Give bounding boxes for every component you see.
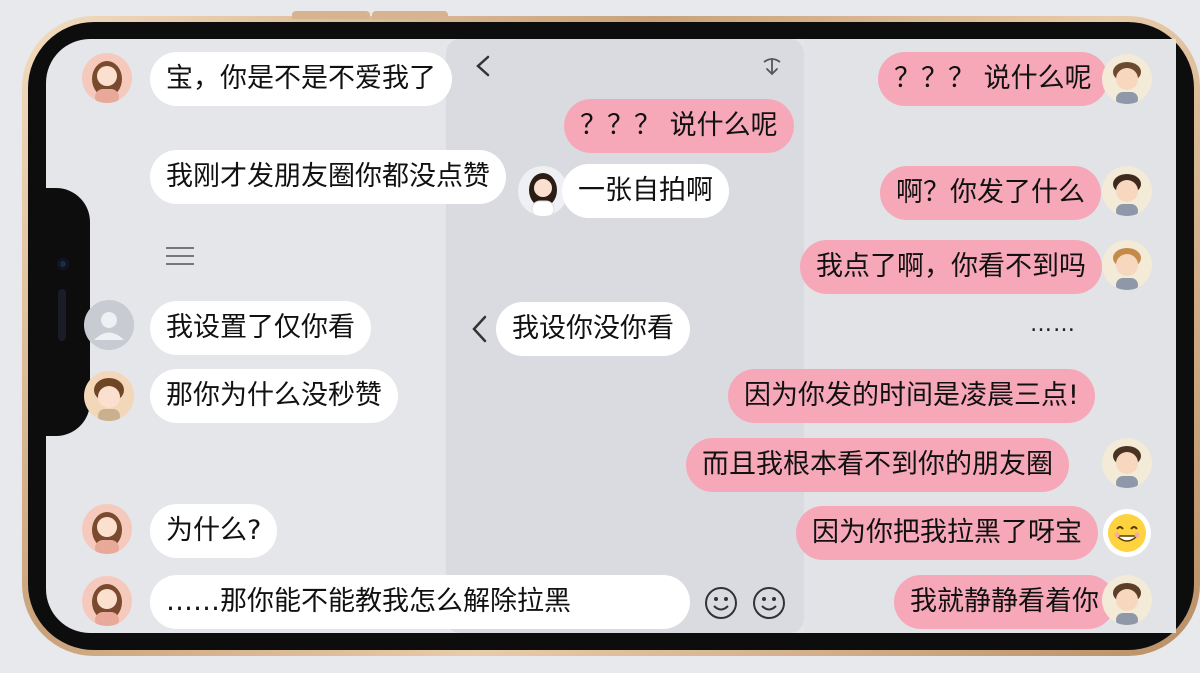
avatar[interactable] (1102, 240, 1152, 290)
message-bubble: 我刚才发朋友圈你都没点赞 (150, 150, 506, 204)
message-bubble: 宝，你是不是不爱我了 (150, 52, 452, 106)
avatar[interactable] (1102, 54, 1152, 104)
avatar[interactable] (84, 371, 134, 421)
message-bubble: ？？？ 说什么呢 (878, 52, 1108, 106)
avatar[interactable] (518, 166, 568, 216)
message-bubble: 我点了啊，你看不到吗 (800, 240, 1102, 294)
back-chevron-icon[interactable] (472, 54, 494, 78)
message-bubble: 一张自拍啊 (562, 164, 729, 218)
message-bubble: ……那你能不能教我怎么解除拉黑 (150, 575, 690, 629)
avatar[interactable] (82, 504, 132, 554)
message-bubble: 因为你发的时间是凌晨三点! (728, 369, 1095, 423)
smiley-icon[interactable] (704, 586, 738, 620)
back-chevron-icon[interactable] (468, 314, 490, 344)
swipe-down-icon[interactable] (760, 54, 784, 78)
message-bubble: 为什么? (150, 504, 278, 558)
front-camera (57, 258, 69, 270)
avatar[interactable] (82, 53, 132, 103)
speaker-grille (58, 289, 66, 341)
avatar[interactable] (1102, 438, 1152, 488)
phone-power-button (372, 11, 448, 19)
message-bubble: 我设置了仅你看 (150, 301, 371, 355)
message-bubble: 啊？你发了什么 (880, 166, 1101, 220)
phone-volume-button (292, 11, 370, 19)
message-bubble: 那你为什么没秒赞 (150, 369, 398, 423)
smiley-emoji-icon[interactable] (1102, 508, 1152, 558)
message-bubble: 我就静静看着你 (894, 575, 1115, 629)
message-bubble: 我设你没你看 (496, 302, 690, 356)
avatar[interactable] (82, 576, 132, 626)
menu-icon[interactable] (166, 244, 194, 268)
message-bubble: 因为你把我拉黑了呀宝 (796, 506, 1098, 560)
user-placeholder-icon[interactable] (84, 300, 134, 350)
message-bubble: 而且我根本看不到你的朋友圈 (686, 438, 1069, 492)
smiley-icon[interactable] (752, 586, 786, 620)
avatar[interactable] (1102, 575, 1152, 625)
typing-ellipsis: …… (1030, 312, 1076, 337)
avatar[interactable] (1102, 166, 1152, 216)
message-bubble: ？？？ 说什么呢 (564, 99, 794, 153)
